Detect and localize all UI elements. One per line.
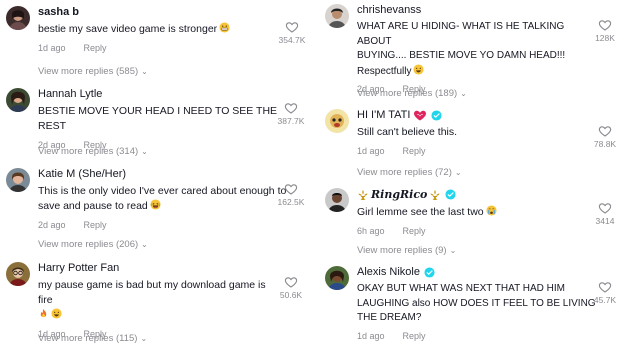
like-counter: 128K bbox=[585, 18, 620, 43]
comment-meta: 1d ago Reply bbox=[357, 331, 607, 341]
heart-icon[interactable] bbox=[598, 124, 612, 138]
comment-age: 2d ago bbox=[38, 220, 66, 230]
view-more-replies[interactable]: View more replies (72) ⌄ bbox=[357, 167, 462, 178]
like-count: 50.6K bbox=[279, 290, 303, 300]
comment-username[interactable]: Alexis Nikole bbox=[357, 266, 607, 278]
avatar[interactable] bbox=[6, 6, 30, 30]
like-counter: 354.7K bbox=[272, 20, 312, 45]
comment-meta: 6h ago Reply bbox=[357, 226, 597, 236]
chevron-down-icon: ⌄ bbox=[460, 89, 467, 98]
chevron-down-icon: ⌄ bbox=[141, 67, 148, 76]
view-more-replies[interactable]: View more replies (9) ⌄ bbox=[357, 245, 456, 256]
smile-emoji-icon bbox=[413, 64, 424, 75]
reply-button[interactable]: Reply bbox=[403, 226, 426, 236]
avatar[interactable] bbox=[6, 262, 30, 286]
heart-badge-icon bbox=[414, 110, 427, 120]
chevron-down-icon: ⌄ bbox=[141, 147, 148, 156]
grimacing-emoji-icon bbox=[219, 22, 230, 33]
fire-emoji-icon bbox=[38, 308, 49, 319]
reply-button[interactable]: Reply bbox=[84, 220, 107, 230]
verified-badge-icon bbox=[445, 189, 456, 200]
fleur-de-lis-icon bbox=[357, 189, 369, 201]
comment-username[interactable]: RingRico bbox=[357, 188, 597, 201]
verified-badge-icon bbox=[424, 267, 435, 278]
view-more-replies[interactable]: View more replies (585) ⌄ bbox=[38, 66, 148, 77]
view-more-replies[interactable]: View more replies (115) ⌄ bbox=[38, 333, 147, 344]
reply-button[interactable]: Reply bbox=[84, 43, 107, 53]
like-count: 78.8K bbox=[593, 139, 617, 149]
chevron-down-icon: ⌄ bbox=[141, 240, 148, 249]
view-more-replies[interactable]: View more replies (206) ⌄ bbox=[38, 239, 148, 250]
comment-meta: 1d ago Reply bbox=[38, 43, 278, 53]
comment-meta: 2d ago Reply bbox=[38, 220, 288, 230]
heart-icon[interactable] bbox=[284, 182, 298, 196]
avatar[interactable] bbox=[325, 4, 349, 28]
comment-text: BESTIE MOVE YOUR HEAD I NEED TO SEE THE … bbox=[38, 105, 278, 132]
heart-icon[interactable] bbox=[285, 20, 299, 34]
comment-username[interactable]: sasha b bbox=[38, 6, 278, 18]
fleur-de-lis-icon bbox=[429, 189, 441, 201]
like-count: 45.7K bbox=[593, 295, 617, 305]
like-counter: 387.7K bbox=[271, 101, 311, 126]
view-more-replies[interactable]: View more replies (189) ⌄ bbox=[357, 88, 467, 99]
avatar[interactable] bbox=[6, 168, 30, 192]
heart-icon[interactable] bbox=[284, 275, 298, 289]
comment-age: 1d ago bbox=[357, 146, 385, 156]
avatar[interactable] bbox=[6, 88, 30, 112]
comment-username[interactable]: chrishevanss bbox=[357, 4, 597, 16]
like-count: 3414 bbox=[595, 216, 615, 226]
comment-text: WHAT ARE U HIDING- WHAT IS HE TALKING AB… bbox=[357, 21, 566, 77]
comment-age: 1d ago bbox=[38, 43, 66, 53]
comment-text: Girl lemme see the last two bbox=[357, 205, 597, 220]
heart-icon[interactable] bbox=[598, 18, 612, 32]
like-counter: 45.7K bbox=[585, 280, 620, 305]
like-counter: 78.8K bbox=[585, 124, 620, 149]
chevron-down-icon: ⌄ bbox=[449, 246, 457, 255]
chevron-down-icon: ⌄ bbox=[140, 334, 148, 343]
laughing-emoji-icon bbox=[150, 199, 161, 210]
like-counter: 162.5K bbox=[271, 182, 311, 207]
comment-text: bestie my save video game is stronger bbox=[38, 22, 278, 37]
reply-button[interactable]: Reply bbox=[403, 146, 426, 156]
comment-username[interactable]: Hannah Lytle bbox=[38, 88, 288, 100]
comment-username[interactable]: Harry Potter Fan bbox=[38, 262, 278, 274]
like-count: 162.5K bbox=[277, 197, 305, 207]
like-count: 354.7K bbox=[278, 35, 306, 45]
comment-text: This is the only video I've ever cared a… bbox=[38, 185, 287, 212]
reply-button[interactable]: Reply bbox=[403, 331, 426, 341]
comment-username[interactable]: HI I'M TATI bbox=[357, 109, 597, 121]
comment-username[interactable]: Katie M (She/Her) bbox=[38, 168, 288, 180]
chevron-down-icon: ⌄ bbox=[454, 168, 462, 177]
like-counter: 50.6K bbox=[271, 275, 311, 300]
comment-text: my pause game is bad but my download gam… bbox=[38, 278, 278, 323]
like-count: 128K bbox=[595, 33, 615, 43]
heart-icon[interactable] bbox=[598, 280, 612, 294]
avatar[interactable] bbox=[325, 188, 349, 212]
comment-age: 1d ago bbox=[357, 330, 385, 341]
like-count: 387.7K bbox=[277, 116, 305, 126]
avatar[interactable] bbox=[325, 109, 349, 133]
like-counter: 3414 bbox=[585, 201, 620, 226]
verified-badge-icon bbox=[431, 110, 442, 121]
comment-meta: 1d ago Reply bbox=[357, 146, 597, 156]
comment-age: 6h ago bbox=[357, 226, 385, 236]
laughing-emoji-icon bbox=[51, 308, 62, 319]
comment-text: OKAY BUT WHAT WAS NEXT THAT HAD HIM LAUG… bbox=[357, 283, 596, 323]
heart-icon[interactable] bbox=[284, 101, 298, 115]
comment-text: Still can't believe this. bbox=[357, 126, 458, 138]
avatar[interactable] bbox=[325, 266, 349, 290]
view-more-replies[interactable]: View more replies (314) ⌄ bbox=[38, 146, 148, 157]
crying-emoji-icon bbox=[486, 205, 497, 216]
heart-icon[interactable] bbox=[598, 201, 612, 215]
